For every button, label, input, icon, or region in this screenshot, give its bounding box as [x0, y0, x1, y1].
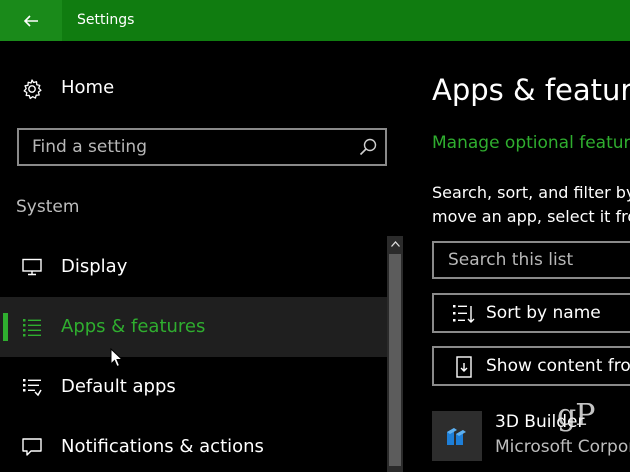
sidebar-item-label: Notifications & actions [61, 436, 264, 457]
sidebar-item-apps-features[interactable]: Apps & features [0, 297, 388, 357]
sidebar: Home System Display Apps & features [0, 41, 404, 472]
watermark-logo: gP [557, 398, 595, 433]
app-tile [432, 411, 482, 461]
sort-label: Sort by name [486, 303, 601, 323]
description-line-2: move an app, select it from the list. [432, 207, 630, 226]
home-label: Home [61, 77, 115, 98]
group-label-system: System [16, 197, 80, 217]
page-title: Apps & features [432, 73, 630, 107]
drive-filter-icon [456, 356, 472, 378]
sidebar-item-display[interactable]: Display [0, 237, 388, 297]
monitor-icon [22, 258, 42, 276]
sidebar-scrollbar[interactable] [387, 236, 403, 472]
app-publisher: Microsoft Corporation [495, 437, 630, 457]
scroll-up-button[interactable] [387, 236, 403, 252]
title-bar: Settings [0, 0, 630, 41]
app-list-item[interactable]: 3D Builder Microsoft Corporation [432, 407, 630, 467]
sidebar-item-label: Display [61, 256, 128, 277]
list-icon [23, 319, 41, 337]
window-title: Settings [77, 12, 135, 28]
list-search-input[interactable] [434, 243, 630, 277]
list-search-box[interactable] [432, 241, 630, 279]
sort-icon [453, 305, 475, 323]
main-content: Apps & features Manage optional features… [404, 41, 630, 472]
chevron-up-icon [390, 241, 400, 247]
scroll-thumb[interactable] [389, 254, 401, 466]
home-button[interactable]: Home [0, 69, 404, 109]
sidebar-item-notifications[interactable]: Notifications & actions [0, 417, 388, 472]
default-list-icon [23, 379, 42, 397]
find-setting-input[interactable] [19, 130, 349, 164]
search-icon[interactable] [358, 137, 378, 157]
description-line-1: Search, sort, and filter by drive. [432, 183, 630, 202]
mouse-cursor-icon [110, 348, 124, 368]
3d-builder-icon [447, 428, 466, 445]
sort-dropdown[interactable]: Sort by name [432, 293, 630, 333]
gear-icon [23, 79, 42, 100]
find-setting-box[interactable] [17, 128, 387, 166]
sidebar-item-default-apps[interactable]: Default apps [0, 357, 388, 417]
show-content-dropdown[interactable]: Show content from all drives [432, 346, 630, 386]
show-content-label: Show content from all drives [486, 356, 630, 376]
selection-indicator [3, 313, 8, 341]
manage-optional-features-link[interactable]: Manage optional features [432, 133, 630, 153]
sidebar-item-label: Default apps [61, 376, 176, 397]
message-icon [22, 438, 42, 456]
back-arrow-icon [23, 14, 38, 27]
sidebar-item-label: Apps & features [61, 316, 206, 337]
back-button[interactable] [0, 0, 62, 41]
